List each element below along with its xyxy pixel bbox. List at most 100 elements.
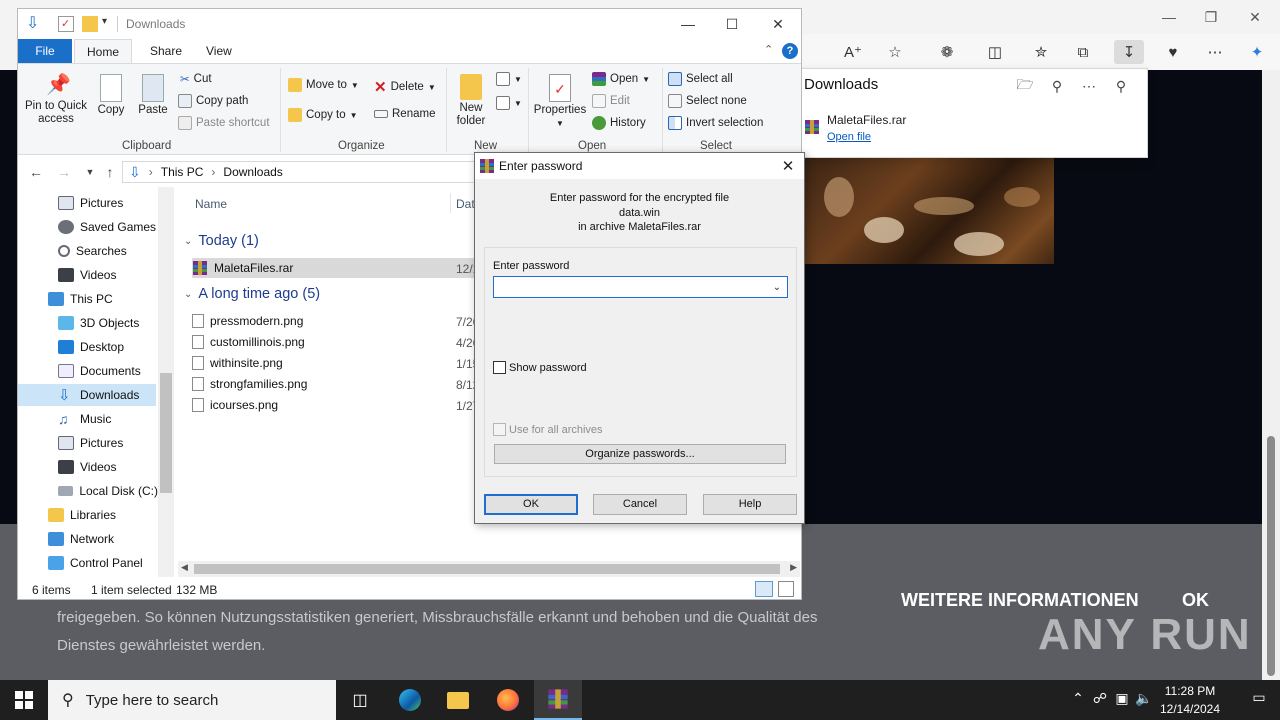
column-header-date[interactable]: Dat — [456, 197, 475, 211]
cut-button[interactable]: ✂ Cut — [180, 72, 212, 86]
chevron-down-icon[interactable]: ⌄ — [769, 279, 785, 295]
nav-item-documents[interactable]: Documents — [58, 360, 158, 382]
open-file-link[interactable]: Open file — [827, 131, 871, 143]
browser-scrollbar-thumb[interactable] — [1267, 436, 1275, 676]
horizontal-scrollbar[interactable]: ◀ ▶ — [178, 561, 800, 577]
nav-item-control-panel[interactable]: Control Panel — [48, 552, 158, 574]
breadcrumb-downloads[interactable]: Downloads — [223, 165, 282, 179]
ok-button[interactable]: OK — [484, 494, 578, 515]
clock-date[interactable]: 12/14/2024 — [1150, 702, 1230, 716]
task-view-button[interactable]: ◫ — [336, 680, 384, 720]
browser-minimize-button[interactable]: — — [1154, 6, 1184, 28]
show-password-checkbox[interactable]: Show password — [493, 361, 587, 374]
file-row[interactable]: strongfamilies.png — [192, 374, 482, 394]
scroll-left-icon[interactable]: ◀ — [181, 562, 188, 573]
customize-qa-icon[interactable]: ▾ — [102, 16, 118, 32]
explorer-taskbar-button[interactable] — [434, 680, 482, 720]
network-icon[interactable]: ▣ — [1112, 690, 1132, 707]
new-folder-quick-icon[interactable] — [82, 16, 98, 32]
group-header-today[interactable]: ⌄ Today (1) — [184, 233, 259, 249]
collapse-ribbon-icon[interactable]: ⌃ — [764, 43, 773, 56]
rename-button[interactable]: Rename — [374, 108, 435, 120]
nav-item-3d-objects[interactable]: 3D Objects — [58, 312, 158, 334]
forward-arrow-icon[interactable]: → — [54, 163, 74, 181]
security-icon[interactable]: ☍ — [1090, 690, 1110, 707]
favorite-star-icon[interactable]: ☆ — [882, 40, 908, 64]
clock-time[interactable]: 11:28 PM — [1150, 684, 1230, 698]
nav-item-libraries[interactable]: Libraries — [48, 504, 158, 526]
checkbox-box[interactable] — [493, 361, 506, 374]
file-row[interactable]: customillinois.png — [192, 332, 482, 352]
nav-item-videos-2[interactable]: Videos — [58, 456, 158, 478]
checkbox-box[interactable] — [493, 423, 506, 436]
firefox-taskbar-button[interactable] — [484, 680, 532, 720]
breadcrumb-this-pc[interactable]: This PC — [161, 165, 204, 179]
open-button[interactable]: Open ▼ — [592, 72, 650, 86]
history-button[interactable]: History — [592, 116, 646, 130]
new-folder-button[interactable]: New folder — [452, 74, 490, 128]
properties-button[interactable]: ✓ Properties ▼ — [532, 74, 588, 130]
file-row[interactable]: MaletaFiles.rar — [192, 258, 492, 278]
more-info-link[interactable]: WEITERE INFORMATIONEN — [901, 590, 1139, 611]
nav-item-saved-games[interactable]: Saved Games — [58, 216, 158, 238]
folder-icon[interactable]: 🗁 — [1013, 75, 1037, 97]
tab-share[interactable]: Share — [136, 39, 196, 63]
file-row[interactable]: icourses.png — [192, 395, 482, 415]
nav-item-videos[interactable]: Videos — [58, 264, 158, 286]
password-combobox[interactable]: ⌄ — [493, 276, 788, 298]
tab-view[interactable]: View — [192, 39, 246, 63]
select-none-button[interactable]: Select none — [668, 94, 747, 108]
group-header-older[interactable]: ⌄ A long time ago (5) — [184, 286, 320, 302]
recent-locations-icon[interactable]: ▼ — [80, 163, 100, 181]
performance-icon[interactable]: ♥ — [1160, 40, 1186, 64]
nav-item-this-pc[interactable]: This PC — [48, 288, 158, 310]
nav-item-downloads[interactable]: ⇩ Downloads — [18, 384, 156, 406]
address-bar[interactable]: ⇩ › This PC › Downloads — [122, 161, 482, 183]
properties-quick-icon[interactable]: ✓ — [58, 16, 74, 32]
organize-passwords-button[interactable]: Organize passwords... — [494, 444, 786, 464]
cancel-button[interactable]: Cancel — [593, 494, 687, 515]
copy-to-button[interactable]: Copy to ▼ — [288, 108, 358, 122]
search-icon[interactable]: ⚲ — [1045, 75, 1069, 97]
help-button[interactable]: Help — [703, 494, 797, 515]
split-screen-icon[interactable]: ◫ — [982, 40, 1008, 64]
browser-restore-button[interactable]: ❐ — [1196, 6, 1226, 28]
collections-icon[interactable]: ⧉ — [1070, 40, 1096, 64]
nav-item-local-disk[interactable]: Local Disk (C:) — [58, 480, 158, 502]
edge-taskbar-button[interactable] — [386, 680, 434, 720]
pin-quick-access-button[interactable]: 📌 Pin to Quick access — [24, 74, 88, 126]
large-icons-view-icon[interactable] — [778, 581, 794, 597]
download-file-name[interactable]: MaletaFiles.rar — [827, 113, 906, 127]
copy-path-button[interactable]: Copy path — [178, 94, 248, 108]
favorites-icon[interactable]: ✮ — [1028, 40, 1054, 64]
file-row[interactable]: pressmodern.png — [192, 311, 482, 331]
minimize-button[interactable]: — — [666, 13, 710, 35]
tab-file[interactable]: File — [18, 39, 72, 63]
nav-item-desktop[interactable]: Desktop — [58, 336, 158, 358]
invert-selection-button[interactable]: Invert selection — [668, 116, 763, 130]
taskbar-search[interactable]: ⚲ Type here to search — [48, 680, 336, 720]
copy-button[interactable]: Copy — [94, 74, 128, 117]
browser-scrollbar[interactable] — [1262, 70, 1280, 680]
move-to-button[interactable]: Move to ▼ — [288, 78, 359, 92]
nav-item-music[interactable]: ♫ Music — [58, 408, 158, 430]
paste-shortcut-button[interactable]: Paste shortcut — [178, 116, 270, 130]
up-arrow-icon[interactable]: ↑ — [100, 163, 120, 181]
scroll-right-icon[interactable]: ▶ — [790, 562, 797, 573]
new-item-button[interactable]: ▼ — [496, 72, 522, 86]
extensions-icon[interactable]: ❁ — [934, 40, 960, 64]
help-icon[interactable]: ? — [782, 43, 798, 59]
nav-pane-scrollbar[interactable] — [158, 187, 174, 577]
edit-button[interactable]: Edit — [592, 94, 630, 108]
nav-item-pictures[interactable]: Pictures — [58, 192, 158, 214]
nav-item-searches[interactable]: Searches — [58, 240, 158, 262]
nav-pane-scrollbar-thumb[interactable] — [160, 373, 172, 493]
pin-icon[interactable]: ⚲ — [1109, 75, 1133, 97]
details-view-icon[interactable] — [755, 581, 773, 597]
more-options-icon[interactable]: ⋯ — [1077, 75, 1101, 97]
delete-button[interactable]: ✕ Delete ▼ — [374, 78, 436, 96]
notifications-icon[interactable]: ▭ — [1248, 689, 1270, 706]
more-menu-icon[interactable]: ⋯ — [1202, 40, 1228, 64]
password-input[interactable] — [494, 277, 769, 297]
dialog-close-button[interactable]: ✕ — [776, 155, 800, 177]
